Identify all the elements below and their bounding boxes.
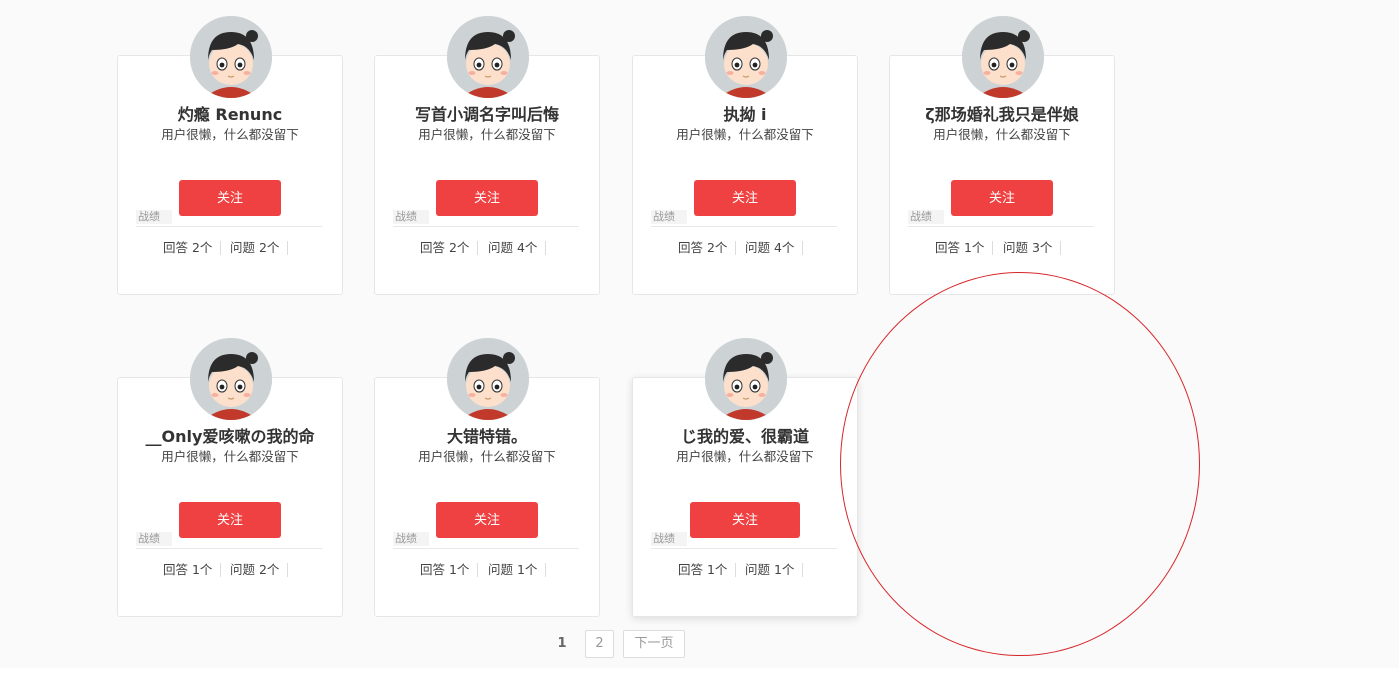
user-card: 执拗 i 用户很懒，什么都没留下 关注 战绩 回答 2个 问题 4个 xyxy=(632,16,858,295)
user-name[interactable]: ζ那场婚礼我只是伴娘 xyxy=(890,101,1114,125)
stats-label: 战绩 xyxy=(908,210,944,224)
answers-count[interactable]: 回答 1个 xyxy=(163,563,222,577)
answers-count[interactable]: 回答 1个 xyxy=(935,241,994,255)
answers-count[interactable]: 回答 2个 xyxy=(163,241,222,255)
stats-label: 战绩 xyxy=(651,210,687,224)
user-bio: 用户很懒，什么都没留下 xyxy=(418,449,556,464)
stats-label: 战绩 xyxy=(136,532,172,546)
divider xyxy=(136,548,322,549)
cartoon-girl-avatar-icon[interactable] xyxy=(190,16,272,98)
follow-button[interactable]: 关注 xyxy=(436,502,538,538)
user-card: 灼瘾 Renunc 用户很懒，什么都没留下 关注 战绩 回答 2个 问题 2个 xyxy=(117,16,343,295)
user-name[interactable]: 执拗 i xyxy=(633,101,857,125)
user-bio: 用户很懒，什么都没留下 xyxy=(418,127,556,142)
user-card: __Only爱咳嗽の我的命 用户很懒，什么都没留下 关注 战绩 回答 1个 问题… xyxy=(117,338,343,617)
page-1-current[interactable]: 1 xyxy=(548,630,576,658)
user-card: 写首小调名字叫后悔 用户很懒，什么都没留下 关注 战绩 回答 2个 问题 4个 xyxy=(374,16,600,295)
user-name[interactable]: 灼瘾 Renunc xyxy=(118,101,342,125)
user-name[interactable]: じ我的爱、很霸道 xyxy=(633,423,857,447)
user-bio: 用户很懒，什么都没留下 xyxy=(676,449,814,464)
answers-count[interactable]: 回答 2个 xyxy=(678,241,737,255)
cartoon-girl-avatar-icon[interactable] xyxy=(447,338,529,420)
annotation-circle xyxy=(840,272,1200,656)
divider xyxy=(393,226,579,227)
next-page-button[interactable]: 下一页 xyxy=(623,630,685,658)
user-card: じ我的爱、很霸道 用户很懒，什么都没留下 关注 战绩 回答 1个 问题 1个 xyxy=(632,338,858,617)
divider xyxy=(651,548,837,549)
divider xyxy=(651,226,837,227)
divider xyxy=(136,226,322,227)
divider xyxy=(393,548,579,549)
stats-label: 战绩 xyxy=(136,210,172,224)
cartoon-girl-avatar-icon[interactable] xyxy=(447,16,529,98)
user-bio: 用户很懒，什么都没留下 xyxy=(676,127,814,142)
user-card: 大错特错。 用户很懒，什么都没留下 关注 战绩 回答 1个 问题 1个 xyxy=(374,338,600,617)
answers-count[interactable]: 回答 1个 xyxy=(678,563,737,577)
answers-count[interactable]: 回答 1个 xyxy=(420,563,479,577)
page-2-button[interactable]: 2 xyxy=(585,630,614,658)
user-card: ζ那场婚礼我只是伴娘 用户很懒，什么都没留下 关注 战绩 回答 1个 问题 3个 xyxy=(889,16,1115,295)
questions-count[interactable]: 问题 2个 xyxy=(230,241,289,255)
follow-button[interactable]: 关注 xyxy=(690,502,800,538)
follow-button[interactable]: 关注 xyxy=(951,180,1053,216)
stats-label: 战绩 xyxy=(651,532,687,546)
answers-count[interactable]: 回答 2个 xyxy=(420,241,479,255)
questions-count[interactable]: 问题 1个 xyxy=(488,563,547,577)
user-bio: 用户很懒，什么都没留下 xyxy=(933,127,1071,142)
user-name[interactable]: __Only爱咳嗽の我的命 xyxy=(118,423,342,447)
stats-label: 战绩 xyxy=(393,210,429,224)
follow-button[interactable]: 关注 xyxy=(436,180,538,216)
divider xyxy=(908,226,1094,227)
page-footer-strip xyxy=(0,668,1399,690)
stats-label: 战绩 xyxy=(393,532,429,546)
follow-button[interactable]: 关注 xyxy=(179,502,281,538)
questions-count[interactable]: 问题 3个 xyxy=(1003,241,1062,255)
questions-count[interactable]: 问题 2个 xyxy=(230,563,289,577)
user-name[interactable]: 大错特错。 xyxy=(375,423,599,447)
cartoon-girl-avatar-icon[interactable] xyxy=(705,338,787,420)
user-bio: 用户很懒，什么都没留下 xyxy=(161,127,299,142)
follow-button[interactable]: 关注 xyxy=(694,180,796,216)
cartoon-girl-avatar-icon[interactable] xyxy=(962,16,1044,98)
user-name[interactable]: 写首小调名字叫后悔 xyxy=(375,101,599,125)
user-bio: 用户很懒，什么都没留下 xyxy=(161,449,299,464)
questions-count[interactable]: 问题 1个 xyxy=(745,563,804,577)
follow-button[interactable]: 关注 xyxy=(179,180,281,216)
cartoon-girl-avatar-icon[interactable] xyxy=(190,338,272,420)
questions-count[interactable]: 问题 4个 xyxy=(488,241,547,255)
questions-count[interactable]: 问题 4个 xyxy=(745,241,804,255)
cartoon-girl-avatar-icon[interactable] xyxy=(705,16,787,98)
